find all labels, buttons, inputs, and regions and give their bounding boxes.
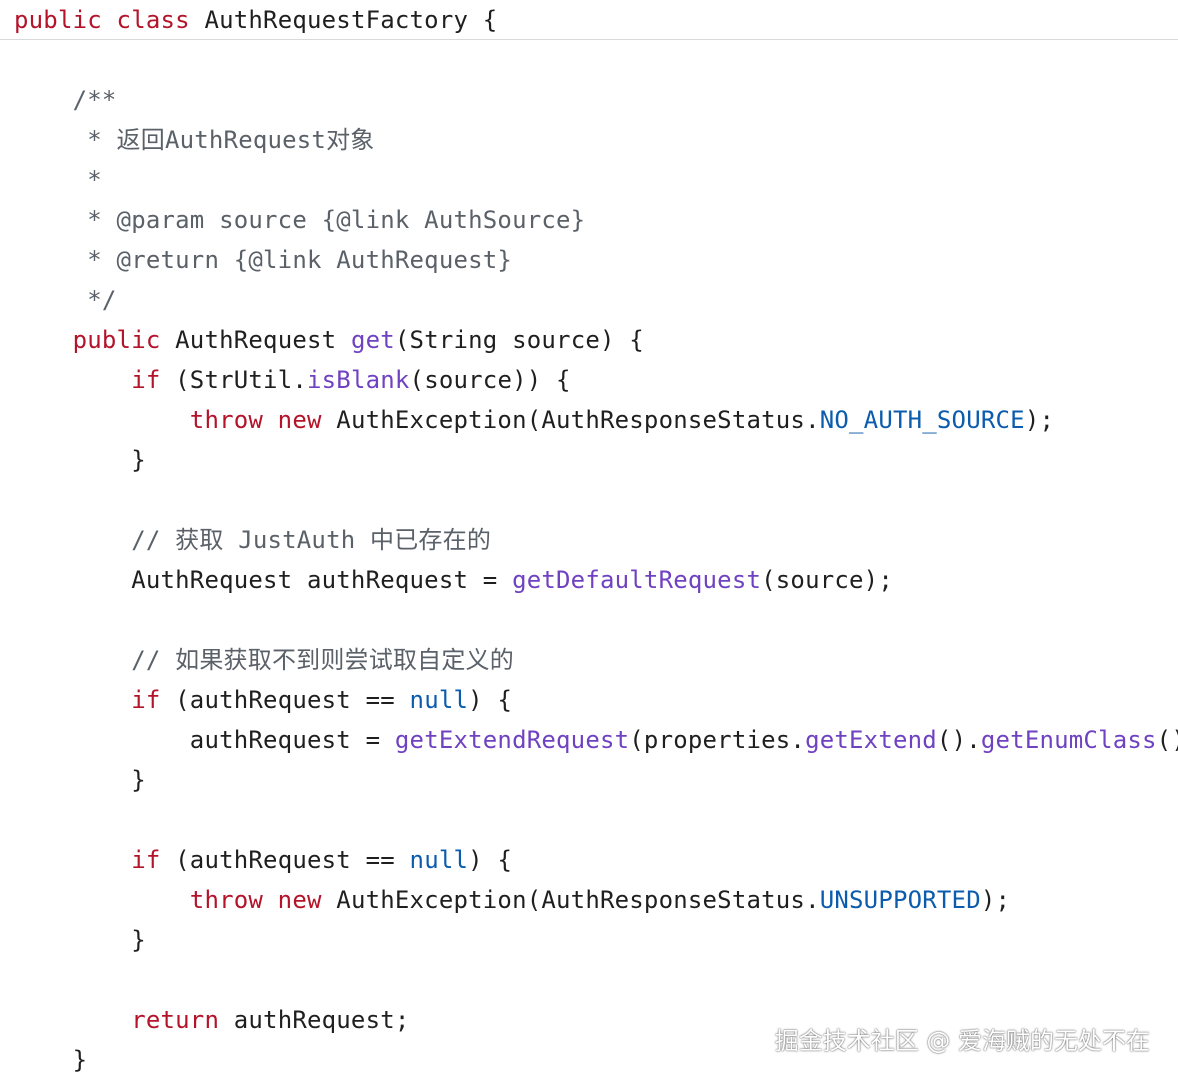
code-line: * @return {@link AuthRequest} (14, 240, 512, 280)
code-line: /** (14, 80, 117, 120)
code-token: (authRequest == (160, 846, 410, 874)
code-line: } (14, 920, 146, 960)
code-line: } (14, 760, 146, 800)
code-line: * @param source {@link AuthSource} (14, 200, 585, 240)
code-token: (source); (761, 566, 893, 594)
code-token: * @param source {@link AuthSource} (14, 206, 586, 234)
code-token: * (14, 166, 102, 194)
code-token: get (350, 326, 395, 354)
code-token: // 获取 JustAuth 中已存在的 (14, 526, 492, 554)
code-line: AuthRequest authRequest = getDefaultRequ… (14, 560, 893, 600)
code-line: public class AuthRequestFactory { (14, 0, 497, 40)
code-token: getDefaultRequest (512, 566, 762, 594)
code-token: public (14, 326, 161, 354)
code-token: (), (1156, 726, 1178, 754)
code-line: */ (14, 280, 117, 320)
code-line: public AuthRequest get(String source) { (14, 320, 644, 360)
code-token: ); (980, 886, 1011, 914)
code-token: } (14, 446, 146, 474)
code-token: * 返回AuthRequest对象 (14, 126, 375, 154)
code-token: (String source) { (394, 326, 644, 354)
code-token: (authRequest == (160, 686, 410, 714)
code-line: // 如果获取不到则尝试取自定义的 (14, 640, 514, 680)
code-token: * @return {@link AuthRequest} (14, 246, 513, 274)
code-token: throw new (14, 886, 322, 914)
code-block: public class AuthRequestFactory { /** * … (0, 0, 1178, 1084)
code-token: AuthRequestFactory { (189, 6, 498, 34)
code-token: ) { (468, 686, 513, 714)
code-line: // 获取 JustAuth 中已存在的 (14, 520, 491, 560)
code-token: authRequest = (14, 726, 395, 754)
code-token: AuthException(AuthResponseStatus. (321, 406, 820, 434)
code-token: if (14, 686, 161, 714)
code-line: return authRequest; (14, 1000, 410, 1040)
code-token: (source)) { (409, 366, 571, 394)
code-token: (properties. (629, 726, 806, 754)
code-token: throw new (14, 406, 322, 434)
code-token: isBlank (307, 366, 410, 394)
code-token: // 如果获取不到则尝试取自定义的 (14, 646, 514, 674)
code-line: if (authRequest == null) { (14, 680, 512, 720)
code-line: } (14, 1040, 87, 1080)
code-token: if (14, 366, 161, 394)
code-token: ) { (468, 846, 513, 874)
code-token: if (14, 846, 161, 874)
code-line: if (StrUtil.isBlank(source)) { (14, 360, 571, 400)
code-line: throw new AuthException(AuthResponseStat… (14, 400, 1054, 440)
code-token: ); (1024, 406, 1055, 434)
code-token: UNSUPPORTED (819, 886, 981, 914)
code-token: } (14, 1046, 88, 1074)
code-token: authRequest; (219, 1006, 410, 1034)
code-line: throw new AuthException(AuthResponseStat… (14, 880, 1010, 920)
code-token: AuthException(AuthResponseStatus. (321, 886, 820, 914)
code-token: getExtend (805, 726, 937, 754)
code-token: public class (14, 6, 190, 34)
code-line: * (14, 160, 102, 200)
code-token: getEnumClass (980, 726, 1157, 754)
code-line: * 返回AuthRequest对象 (14, 120, 375, 160)
code-token: (). (936, 726, 981, 754)
code-line: } (14, 440, 146, 480)
code-token: } (14, 766, 146, 794)
code-token: (StrUtil. (160, 366, 307, 394)
code-line: authRequest = getExtendRequest(propertie… (14, 720, 1178, 760)
code-token: null (409, 686, 469, 714)
code-token: */ (14, 286, 117, 314)
code-line: if (authRequest == null) { (14, 840, 512, 880)
code-token: NO_AUTH_SOURCE (819, 406, 1025, 434)
code-token: AuthRequest authRequest = (14, 566, 513, 594)
code-token: AuthRequest (160, 326, 351, 354)
code-token: /** (14, 86, 117, 114)
watermark: 掘金技术社区 @ 爱海贼的无处不在 (774, 1027, 1150, 1055)
code-token: return (14, 1006, 220, 1034)
code-token: } (14, 926, 146, 954)
code-token: null (409, 846, 469, 874)
code-token: getExtendRequest (394, 726, 630, 754)
